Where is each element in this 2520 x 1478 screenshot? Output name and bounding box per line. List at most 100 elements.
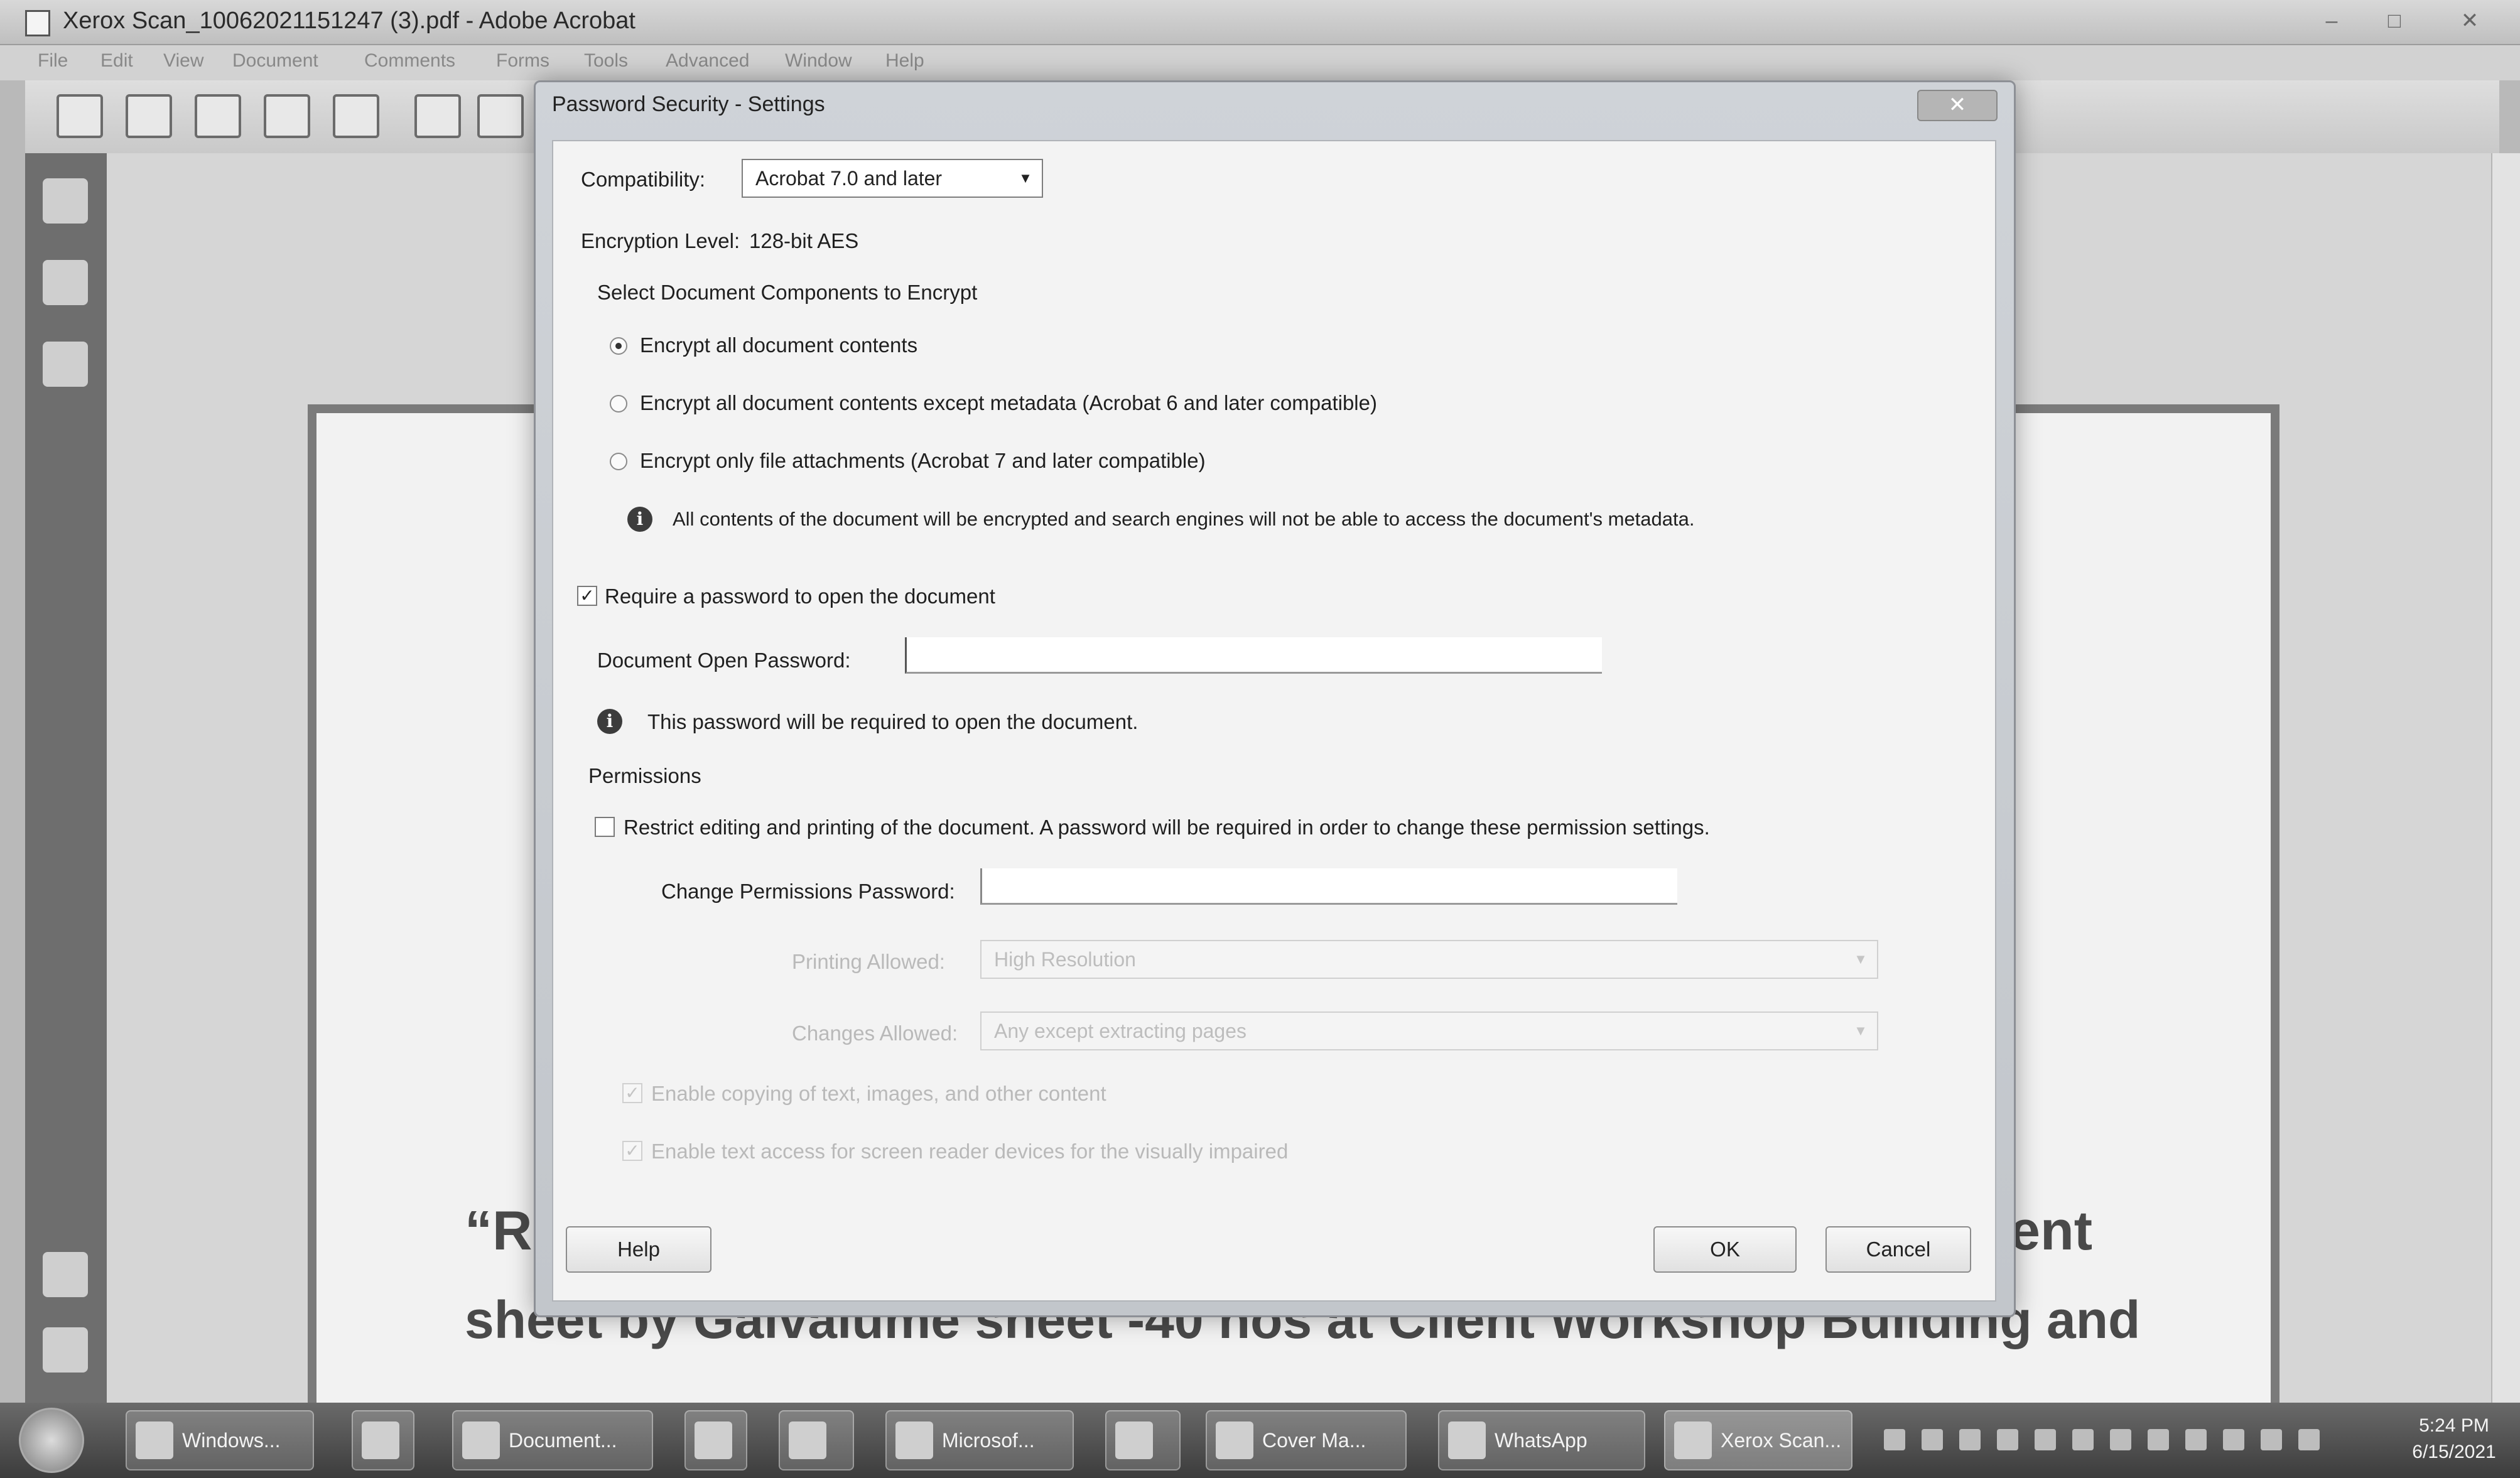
taskbar-item-browser[interactable]	[352, 1410, 414, 1470]
changes-allowed-label: Changes Allowed:	[792, 1022, 958, 1045]
start-button[interactable]	[19, 1408, 84, 1473]
tray-icon[interactable]	[1997, 1429, 2018, 1450]
taskbar-item-microsoft[interactable]: Microsof...	[885, 1410, 1074, 1470]
require-open-password-label: Require a password to open the document	[605, 585, 995, 608]
dialog-close-button[interactable]: ✕	[1917, 90, 1998, 121]
email-icon[interactable]	[264, 94, 310, 138]
browser-icon	[362, 1421, 399, 1459]
help-button[interactable]: Help	[566, 1226, 711, 1273]
printing-allowed-value: High Resolution	[994, 948, 1136, 971]
taskbar-item-document[interactable]: Document...	[452, 1410, 653, 1470]
acrobat-icon	[1674, 1421, 1712, 1459]
tray-icon[interactable]	[2110, 1429, 2131, 1450]
taskbar-label: Document...	[509, 1429, 617, 1452]
compatibility-select[interactable]: Acrobat 7.0 and later ▼	[742, 159, 1043, 198]
firefox-icon	[695, 1421, 732, 1459]
radio-encrypt-except-metadata[interactable]	[610, 395, 627, 413]
doc-text-line1-end: ent	[2009, 1199, 2092, 1261]
folder-icon	[136, 1421, 173, 1459]
taskbar-label: Microsof...	[942, 1429, 1035, 1452]
info-icon: i	[597, 709, 622, 734]
menu-tools[interactable]: Tools	[584, 50, 628, 72]
change-permissions-input[interactable]	[980, 868, 1677, 905]
radio-encrypt-attachments[interactable]	[610, 453, 627, 470]
comments-icon[interactable]	[43, 1252, 88, 1297]
taskbar-item-cover[interactable]: Cover Ma...	[1206, 1410, 1407, 1470]
menu-document[interactable]: Document	[232, 50, 318, 72]
chevron-down-icon: ▼	[1854, 1023, 1868, 1038]
tray-icon[interactable]	[2035, 1429, 2056, 1450]
taskbar-label: Windows...	[182, 1429, 281, 1452]
compatibility-label: Compatibility:	[581, 168, 706, 191]
menu-view[interactable]: View	[163, 50, 203, 72]
components-heading: Select Document Components to Encrypt	[597, 281, 978, 304]
restrict-editing-checkbox[interactable]	[595, 817, 615, 837]
maximize-button[interactable]: □	[2367, 6, 2421, 35]
search-icon[interactable]	[333, 94, 379, 138]
open-folder-icon[interactable]	[57, 94, 103, 138]
doc-text-line1-start: “R	[465, 1199, 533, 1261]
changes-allowed-select[interactable]: Any except extracting pages ▼	[980, 1011, 1878, 1050]
vertical-scrollbar[interactable]	[2491, 153, 2520, 1403]
tray-icon[interactable]	[2148, 1429, 2169, 1450]
printing-allowed-select[interactable]: High Resolution ▼	[980, 940, 1878, 979]
taskbar-item-teams[interactable]	[779, 1410, 854, 1470]
radio-encrypt-except-metadata-label: Encrypt all document contents except met…	[640, 391, 1377, 414]
menu-edit[interactable]: Edit	[100, 50, 133, 72]
permissions-heading: Permissions	[588, 764, 701, 787]
minimize-button[interactable]: –	[2305, 6, 2359, 35]
menu-window[interactable]: Window	[785, 50, 852, 72]
outlook-icon	[1216, 1421, 1253, 1459]
microsoft-icon	[895, 1421, 933, 1459]
pages-icon[interactable]	[43, 178, 88, 224]
attachments-icon[interactable]	[43, 1327, 88, 1373]
tray-icon[interactable]	[2072, 1429, 2094, 1450]
menu-forms[interactable]: Forms	[496, 50, 549, 72]
print-icon[interactable]	[126, 94, 172, 138]
taskbar-label: Cover Ma...	[1262, 1429, 1366, 1452]
restrict-editing-label: Restrict editing and printing of the doc…	[624, 816, 1710, 839]
signatures-icon[interactable]	[43, 342, 88, 387]
encryption-level-value: 128-bit AES	[749, 229, 859, 252]
volume-icon[interactable]	[2298, 1429, 2320, 1450]
tray-network-icon[interactable]	[1884, 1429, 1905, 1450]
menu-file[interactable]: File	[38, 50, 68, 72]
require-open-password-checkbox[interactable]: ✓	[577, 586, 597, 606]
radio-encrypt-all-label: Encrypt all document contents	[640, 333, 918, 357]
dialog-body: Compatibility: Acrobat 7.0 and later ▼ E…	[552, 140, 1996, 1302]
open-password-input[interactable]	[905, 637, 1602, 674]
clock-date: 6/15/2021	[2412, 1442, 2496, 1462]
taskbar-item-xerox-scan[interactable]: Xerox Scan...	[1664, 1410, 1852, 1470]
tray-icon[interactable]	[2223, 1429, 2244, 1450]
taskbar-item-app[interactable]	[684, 1410, 747, 1470]
save-icon[interactable]	[195, 94, 241, 138]
system-clock[interactable]: 5:24 PM 6/15/2021	[2407, 1413, 2501, 1465]
taskbar-item-excel[interactable]	[1105, 1410, 1181, 1470]
tray-icon[interactable]	[1922, 1429, 1943, 1450]
menu-comments[interactable]: Comments	[364, 50, 455, 72]
tray-icon[interactable]	[1959, 1429, 1981, 1450]
radio-encrypt-all[interactable]	[610, 337, 627, 355]
open-password-label: Document Open Password:	[597, 649, 851, 672]
enable-copying-label: Enable copying of text, images, and othe…	[651, 1082, 1106, 1105]
taskbar-item-windows[interactable]: Windows...	[126, 1410, 314, 1470]
enable-copying-checkbox[interactable]: ✓	[622, 1083, 642, 1103]
zoom-icon[interactable]	[477, 94, 524, 138]
tray-icon[interactable]	[2185, 1429, 2207, 1450]
fit-page-icon[interactable]	[414, 94, 461, 138]
menu-advanced[interactable]: Advanced	[666, 50, 749, 72]
window-title: Xerox Scan_10062021151247 (3).pdf - Adob…	[63, 8, 635, 34]
tray-icon[interactable]	[2261, 1429, 2282, 1450]
enable-screen-reader-checkbox[interactable]: ✓	[622, 1141, 642, 1161]
window-titlebar: Xerox Scan_10062021151247 (3).pdf - Adob…	[0, 0, 2520, 45]
printing-allowed-label: Printing Allowed:	[792, 950, 945, 973]
menu-bar: File Edit View Document Comments Forms T…	[0, 45, 2520, 80]
ok-button[interactable]: OK	[1653, 1226, 1797, 1273]
close-window-button[interactable]: ✕	[2443, 6, 2497, 35]
taskbar-label: Xerox Scan...	[1721, 1429, 1842, 1452]
bookmarks-icon[interactable]	[43, 260, 88, 305]
taskbar-item-whatsapp[interactable]: WhatsApp	[1438, 1410, 1645, 1470]
menu-help[interactable]: Help	[885, 50, 924, 72]
pdf-document-icon	[25, 10, 50, 36]
cancel-button[interactable]: Cancel	[1825, 1226, 1971, 1273]
